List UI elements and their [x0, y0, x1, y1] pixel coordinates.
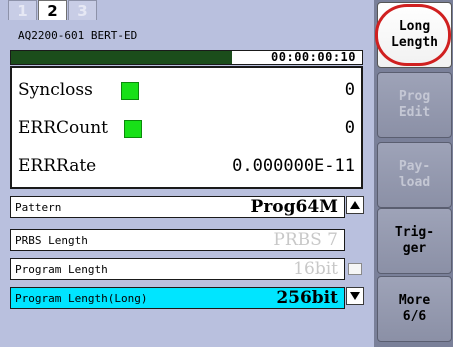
elapsed-time: 00:00:00:10	[271, 50, 356, 64]
errcount-led-icon	[124, 120, 142, 138]
measurement-progress-bar: 00:00:00:10	[10, 50, 363, 65]
errcount-label: ERRCount	[18, 118, 108, 138]
param-value: PRBS 7	[273, 230, 338, 250]
errcount-row: ERRCount 0	[16, 112, 355, 144]
arrow-up-icon	[350, 201, 360, 209]
param-row-program-length-long[interactable]: Program Length(Long) 256bit	[10, 287, 345, 309]
softkey-long-length[interactable]: Long Length	[377, 2, 452, 68]
progress-fill	[11, 51, 233, 64]
param-value: 16bit	[293, 259, 338, 279]
tab-3[interactable]: 3	[68, 0, 97, 20]
softkey-more[interactable]: More 6/6	[377, 276, 452, 342]
param-row-pattern[interactable]: Pattern Prog64M	[10, 196, 345, 218]
param-label: Pattern	[15, 201, 62, 214]
scroll-thumb[interactable]	[348, 263, 362, 275]
param-label: PRBS Length	[15, 234, 88, 247]
syncloss-row: Syncloss 0	[16, 74, 355, 106]
softkey-payload[interactable]: Pay- load	[377, 142, 452, 208]
errrate-row: ERRRate 0.000000E-11	[16, 150, 355, 182]
param-row-prbs-length[interactable]: PRBS Length PRBS 7	[10, 229, 345, 251]
parameter-scrollbar[interactable]	[345, 196, 365, 306]
tab-bar: 1 2 3	[0, 0, 374, 22]
measurement-status-box: Syncloss 0 ERRCount 0 ERRRate 0.000000E-…	[10, 66, 363, 189]
arrow-down-icon	[350, 292, 360, 300]
errrate-label: ERRRate	[18, 156, 97, 176]
errrate-value: 0.000000E-11	[232, 156, 355, 176]
param-value: Prog64M	[250, 197, 338, 217]
param-row-program-length[interactable]: Program Length 16bit	[10, 258, 345, 280]
device-model-label: AQ2200-601 BERT-ED	[18, 29, 138, 42]
tab-1[interactable]: 1	[8, 0, 37, 20]
scroll-up-button[interactable]	[346, 196, 364, 214]
syncloss-value: 0	[344, 80, 355, 100]
softkey-prog-edit[interactable]: Prog Edit	[377, 72, 452, 138]
errcount-value: 0	[344, 118, 355, 138]
param-label: Program Length	[15, 263, 108, 276]
syncloss-label: Syncloss	[18, 80, 93, 100]
softkey-column: Long Length Prog Edit Pay- load Trig- ge…	[374, 0, 453, 347]
tab-2[interactable]: 2	[38, 0, 67, 20]
softkey-trigger[interactable]: Trig- ger	[377, 208, 452, 274]
parameter-list: Pattern Prog64M PRBS Length PRBS 7 Progr…	[10, 196, 373, 316]
param-label: Program Length(Long)	[15, 292, 148, 305]
scroll-down-button[interactable]	[346, 287, 364, 305]
param-value: 256bit	[276, 288, 338, 308]
syncloss-led-icon	[121, 82, 139, 100]
